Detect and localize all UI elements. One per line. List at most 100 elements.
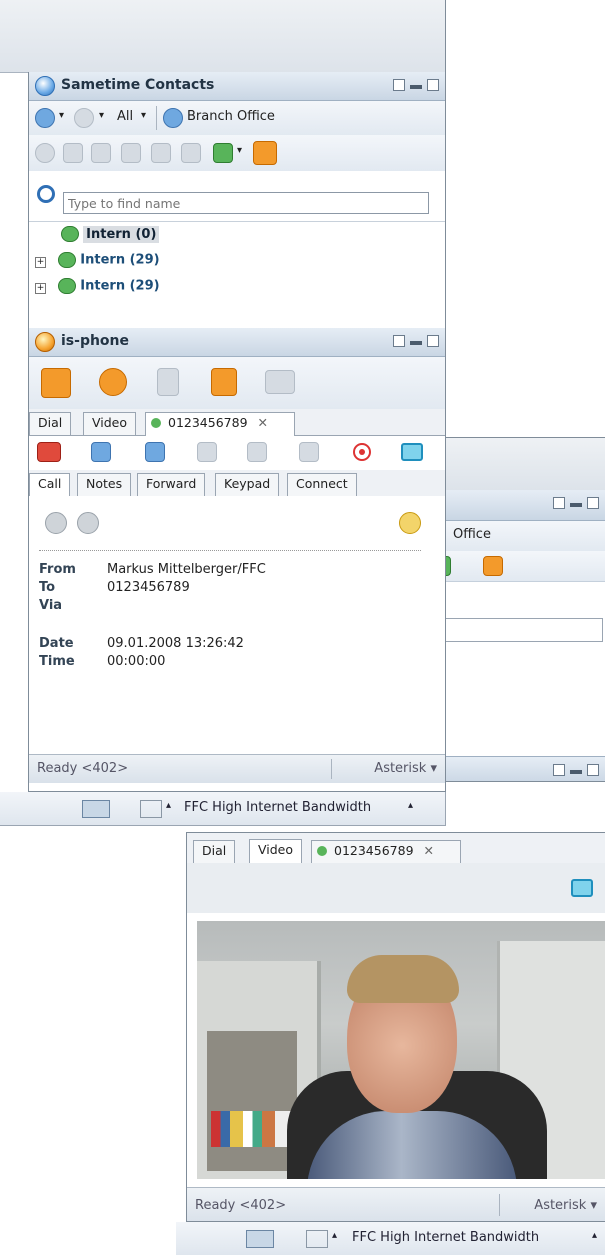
back-toolbar-row: Office	[431, 521, 605, 552]
video-toolbar	[187, 863, 605, 913]
park-icon[interactable]	[299, 442, 319, 462]
chat-icon[interactable]	[74, 108, 94, 128]
sametime-chat-icon	[35, 76, 55, 96]
attachment-icon[interactable]	[121, 143, 141, 163]
bookshelf	[207, 1031, 297, 1171]
chevron-up-icon[interactable]: ▴	[166, 800, 171, 811]
contacts-titlebar: Sametime Contacts	[29, 72, 445, 101]
chevron-down-icon[interactable]: ▾	[59, 110, 64, 121]
add-contact-icon[interactable]	[213, 143, 233, 163]
chat-icon[interactable]	[35, 143, 55, 163]
hangup-icon[interactable]	[37, 442, 61, 462]
back-window-controls[interactable]	[553, 497, 599, 509]
call-detail-panel: From Markus Mittelberger/FFC To 01234567…	[29, 496, 445, 754]
filter-all-dropdown[interactable]: All	[117, 109, 133, 124]
close-icon[interactable]: ✕	[424, 843, 434, 858]
chevron-up-icon[interactable]: ▴	[332, 1230, 337, 1241]
desktop-top-strip	[0, 0, 446, 73]
tab-call[interactable]: Call	[29, 473, 71, 497]
video-icon[interactable]	[91, 143, 111, 163]
contacts-title: Sametime Contacts	[61, 77, 215, 93]
tab-dial[interactable]: Dial	[193, 840, 236, 863]
group-icon	[58, 252, 77, 268]
mute-icon[interactable]	[45, 512, 67, 534]
toolbar-divider	[156, 106, 157, 130]
pickup-icon[interactable]	[247, 442, 267, 462]
group-icon	[58, 278, 77, 294]
call-contact-icon[interactable]	[63, 143, 83, 163]
tab-call-number[interactable]: 0123456789 ✕	[145, 412, 295, 436]
server-dropdown[interactable]: Asterisk ▾	[374, 761, 437, 776]
chevron-up-icon[interactable]: ▴	[592, 1230, 597, 1241]
mail-icon[interactable]	[265, 370, 295, 394]
call-tab-label: 0123456789	[334, 843, 414, 858]
books	[211, 1111, 291, 1147]
person-hair	[347, 955, 459, 1003]
connection-label[interactable]: FFC High Internet Bandwidth	[352, 1230, 539, 1245]
close-icon[interactable]: ✕	[258, 415, 268, 430]
connection-label[interactable]: FFC High Internet Bandwidth	[184, 800, 371, 815]
time-value: 00:00:00	[107, 654, 166, 669]
branch-office-button[interactable]: Branch Office	[187, 109, 275, 124]
globe-icon[interactable]	[163, 108, 183, 128]
search-input[interactable]	[63, 192, 429, 214]
chevron-up-icon[interactable]: ▴	[408, 800, 413, 811]
tab-video[interactable]: Video	[249, 839, 303, 863]
expand-icon[interactable]: +	[35, 256, 46, 268]
phone-icon[interactable]	[253, 141, 277, 165]
back-branch-label[interactable]: Office	[453, 527, 491, 542]
announcement-icon[interactable]	[151, 143, 171, 163]
list-item[interactable]: Intern (0)	[61, 225, 160, 248]
list-item[interactable]: + Intern (29)	[35, 278, 160, 300]
contacts-window-controls[interactable]	[393, 79, 439, 91]
expand-icon[interactable]: +	[35, 282, 46, 294]
tab-forward[interactable]: Forward	[137, 473, 206, 496]
search-row	[29, 171, 445, 221]
edit-icon[interactable]	[399, 512, 421, 534]
record-icon[interactable]	[353, 443, 371, 461]
network-icon[interactable]	[140, 800, 162, 818]
video-feed	[197, 921, 605, 1179]
video-status-bar: Ready <402> Asterisk ▾	[187, 1187, 605, 1221]
presence-edit-icon[interactable]	[82, 800, 110, 818]
call-active-icon	[151, 418, 161, 428]
server-dropdown[interactable]: Asterisk ▾	[534, 1198, 597, 1213]
video-window-icon[interactable]	[571, 879, 593, 897]
back-phone-controls[interactable]	[553, 764, 599, 776]
tab-keypad[interactable]: Keypad	[215, 473, 280, 496]
transfer-icon[interactable]	[91, 442, 111, 462]
status-text: Ready <402>	[37, 761, 129, 776]
phone-titlebar: is-phone	[29, 328, 445, 357]
tab-dial[interactable]: Dial	[29, 412, 72, 435]
time-label: Time	[39, 654, 75, 669]
back-toolbar-row2	[431, 551, 605, 582]
clock-icon[interactable]	[99, 368, 127, 396]
chevron-down-icon[interactable]: ▾	[99, 110, 104, 121]
back-search-input[interactable]	[441, 618, 603, 642]
call-actions	[29, 436, 445, 470]
chevron-down-icon[interactable]: ▾	[237, 145, 242, 156]
phone-window-controls[interactable]	[393, 335, 439, 347]
list-item[interactable]: + Intern (29)	[35, 252, 160, 274]
tab-call-number[interactable]: 0123456789 ✕	[311, 840, 461, 863]
phonebook-icon[interactable]	[157, 368, 179, 396]
directory-icon[interactable]	[181, 143, 201, 163]
conference-icon[interactable]	[197, 442, 217, 462]
phone-icon[interactable]	[483, 556, 503, 576]
user-settings-icon[interactable]	[211, 368, 237, 396]
tab-video[interactable]: Video	[83, 412, 137, 435]
chat-status-icon[interactable]	[35, 108, 55, 128]
video-window: Dial Video 0123456789 ✕ Ready <402> Aste…	[186, 832, 605, 1222]
back-window-titlebar	[431, 438, 605, 490]
tab-connect[interactable]: Connect	[287, 473, 357, 496]
phone-icon[interactable]	[41, 368, 71, 398]
chevron-down-icon[interactable]: ▾	[141, 110, 146, 121]
volume-icon[interactable]	[77, 512, 99, 534]
status-text: Ready <402>	[195, 1198, 287, 1213]
tab-notes[interactable]: Notes	[77, 473, 132, 496]
network-icon[interactable]	[306, 1230, 328, 1248]
presence-edit-icon[interactable]	[246, 1230, 274, 1248]
consult-icon[interactable]	[145, 442, 165, 462]
call-tab-label: 0123456789	[168, 415, 248, 430]
video-window-icon[interactable]	[401, 443, 423, 461]
